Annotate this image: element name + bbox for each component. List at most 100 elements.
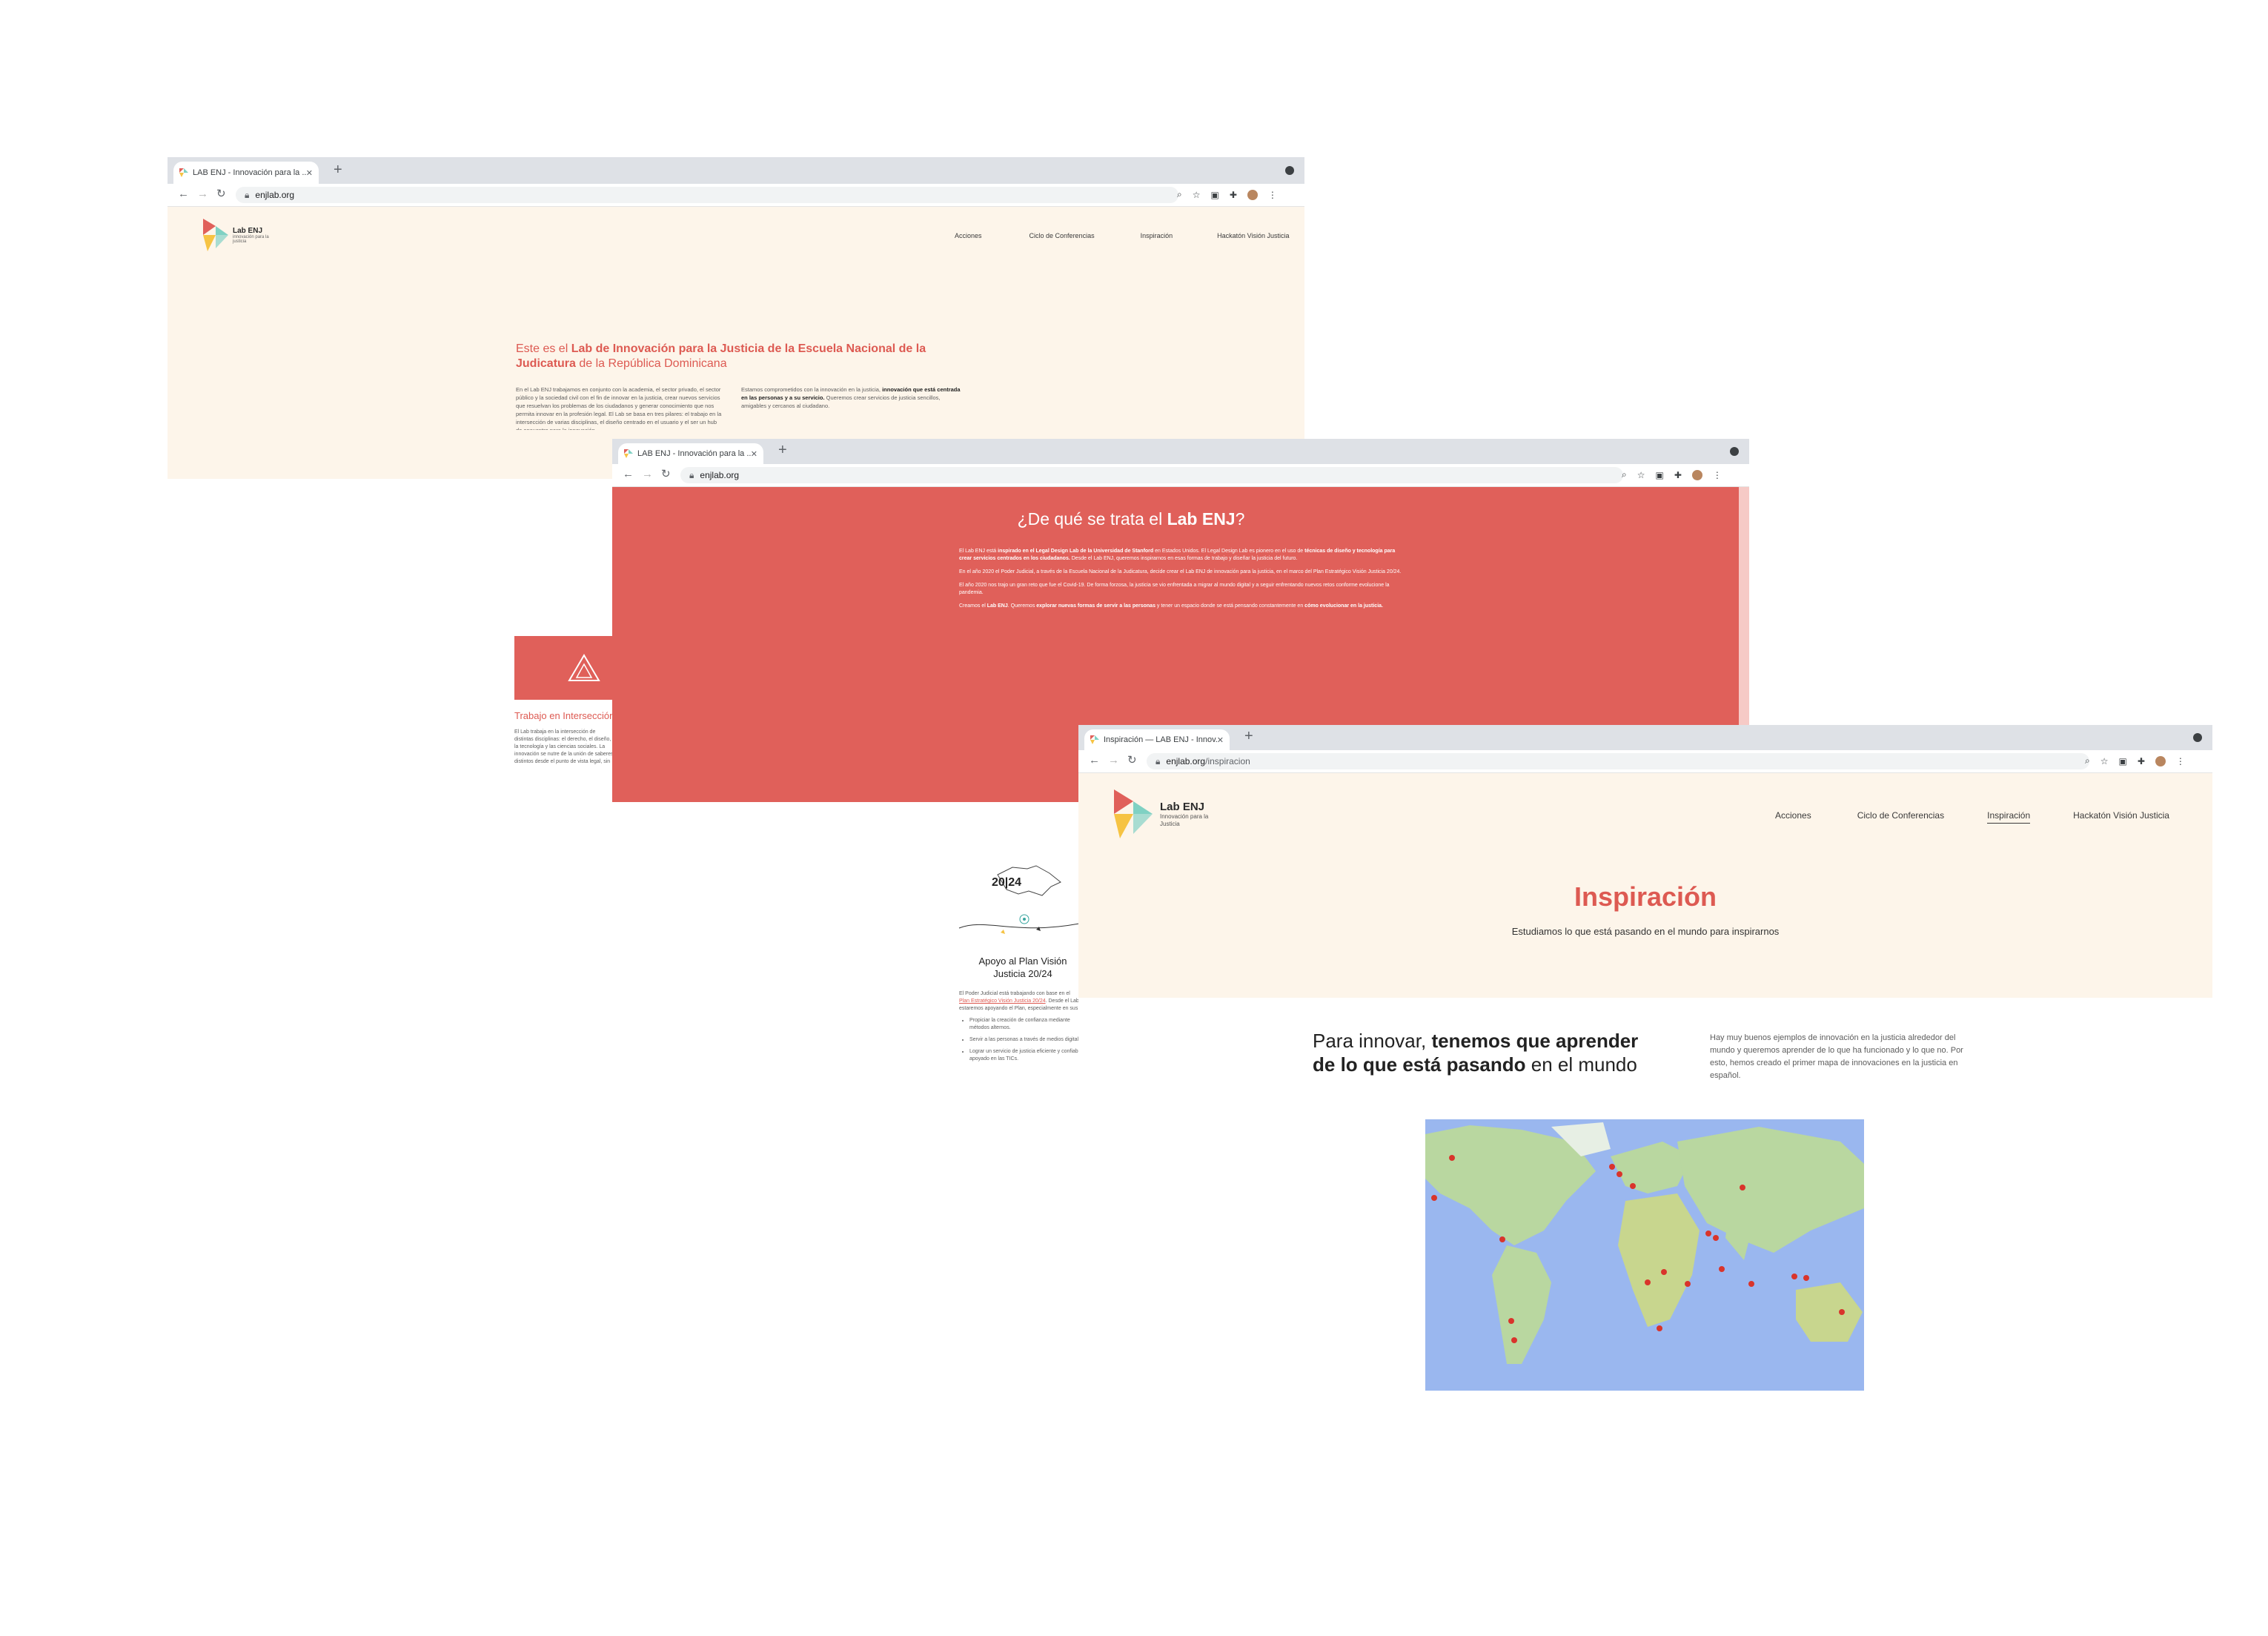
page-title: Inspiración [1574, 881, 1717, 912]
window-close-icon[interactable] [1285, 166, 1294, 175]
menu-icon[interactable]: ⋮ [2176, 756, 2185, 766]
tab-lab-enj[interactable]: LAB ENJ - Innovación para la ... ✕ [618, 443, 763, 464]
toolbar-icons: ⌕ ☆ ▣ ✚ ⋮ [2085, 755, 2185, 766]
nav-hackaton[interactable]: Hackatón Visión Justicia [2073, 810, 2169, 824]
forward-icon[interactable]: → [197, 188, 208, 200]
window-close-icon[interactable] [2193, 733, 2202, 742]
vision-list: Propiciar la creación de confianza media… [959, 1017, 1088, 1063]
nav-acciones[interactable]: Acciones [955, 232, 982, 239]
profile-icon[interactable] [2155, 755, 2166, 766]
toolbar-icons: ⌕ ☆ ▣ ✚ ⋮ [1177, 189, 1277, 200]
inspiracion-hero: Lab ENJ Innovación para la Justicia Acci… [1078, 773, 2212, 998]
nav-hackaton[interactable]: Hackatón Visión Justicia [1217, 232, 1289, 239]
profile-icon[interactable] [1691, 469, 1702, 480]
about-p4-f: cómo evolucionar en la justicia. [1304, 603, 1383, 609]
address-bar[interactable]: 🔒︎ enjlab.org [236, 187, 1178, 203]
back-icon[interactable]: ← [1089, 754, 1100, 766]
forward-icon[interactable]: → [1108, 754, 1119, 766]
tab-title: LAB ENJ - Innovación para la ... [637, 449, 751, 458]
about-text: El Lab ENJ está inspirado en el Legal De… [959, 548, 1404, 610]
about-p4: Creamos el Lab ENJ. Queremos explorar nu… [959, 603, 1404, 610]
nav-ciclo[interactable]: Ciclo de Conferencias [1857, 810, 1944, 824]
tab-lab-enj[interactable]: LAB ENJ - Innovación para la ... ✕ [173, 162, 319, 184]
about-p1-c: en Estados Unidos. El Legal Design Lab e… [1153, 549, 1305, 554]
vision-badge: 20|24 [992, 876, 1022, 889]
reload-icon[interactable]: ↻ [661, 467, 671, 480]
innovation-map[interactable] [1425, 1119, 1864, 1391]
about-heading-c: ? [1235, 509, 1245, 529]
map-pins [1431, 1155, 1845, 1343]
address-bar[interactable]: 🔒︎ enjlab.org [680, 467, 1623, 483]
zoom-icon[interactable]: ⌕ [1177, 189, 1182, 200]
intro-heading: Este es el Lab de Innovación para la Jus… [516, 342, 961, 371]
nav-acciones[interactable]: Acciones [1775, 810, 1811, 824]
url-text: enjlab.org/inspiracion [1166, 756, 1250, 766]
page-subtitle: Estudiamos lo que está pasando en el mun… [1511, 926, 1780, 937]
lock-icon: 🔒︎ [245, 189, 250, 200]
logo-icon [203, 219, 228, 251]
profile-icon[interactable] [1247, 189, 1258, 200]
address-bar[interactable]: 🔒︎ enjlab.org/inspiracion [1147, 753, 2089, 769]
about-p4-c: . Queremos [1007, 603, 1037, 609]
qr-icon[interactable]: ▣ [1211, 190, 1219, 200]
close-icon[interactable]: ✕ [751, 449, 757, 459]
extensions-icon[interactable]: ✚ [1674, 470, 1682, 480]
menu-icon[interactable]: ⋮ [1713, 470, 1722, 480]
plus-icon[interactable]: + [778, 442, 787, 459]
zoom-icon[interactable]: ⌕ [1622, 469, 1627, 480]
extensions-icon[interactable]: ✚ [1230, 190, 1237, 200]
lab-enj-logo[interactable]: Lab ENJ innovación para la justicia [203, 219, 277, 251]
star-icon[interactable]: ☆ [2100, 756, 2109, 766]
vision-wave [958, 914, 1079, 934]
toolbar: ← → ↻ 🔒︎ enjlab.org ⌕ ☆ ▣ ✚ ⋮ [168, 184, 1304, 207]
tab-strip: LAB ENJ - Innovación para la ... ✕ + [612, 439, 1749, 464]
close-icon[interactable]: ✕ [306, 168, 313, 178]
vision-text-a: El Poder Judicial está trabajando con ba… [959, 991, 1070, 996]
nav-inspiracion[interactable]: Inspiración [1141, 232, 1173, 239]
lock-icon: 🔒︎ [1155, 755, 1161, 766]
logo-subtitle: innovación para la justicia [233, 234, 269, 244]
intro-col-1: En el Lab ENJ trabajamos en conjunto con… [516, 386, 722, 430]
about-heading-b: Lab ENJ [1167, 509, 1236, 529]
reload-icon[interactable]: ↻ [1127, 753, 1137, 766]
extensions-icon[interactable]: ✚ [2138, 756, 2145, 766]
nav-ciclo[interactable]: Ciclo de Conferencias [1029, 232, 1095, 239]
window-close-icon[interactable] [1730, 447, 1739, 456]
main-nav: Acciones Ciclo de Conferencias Inspiraci… [1775, 810, 2169, 824]
vision-link[interactable]: Plan Estratégico Visión Justicia 20/24 [959, 999, 1046, 1004]
about-p2: En el año 2020 el Poder Judicial, a trav… [959, 569, 1402, 574]
url-text: enjlab.org [700, 470, 740, 480]
about-p1-b: inspirado en el Legal Design Lab de la U… [998, 549, 1154, 554]
favicon-icon [179, 168, 188, 177]
forward-icon[interactable]: → [642, 468, 653, 480]
nav-inspiracion-active[interactable]: Inspiración [1987, 810, 2031, 824]
vision-title: Apoyo al Plan Visión Justicia 20/24 [978, 956, 1067, 979]
toolbar-icons: ⌕ ☆ ▣ ✚ ⋮ [1622, 469, 1722, 480]
zoom-icon[interactable]: ⌕ [2085, 755, 2090, 766]
tab-inspiracion[interactable]: Inspiración — LAB ENJ - Innov... ✕ [1084, 729, 1230, 750]
browser-window-inspiracion: Inspiración — LAB ENJ - Innov... ✕ + ← →… [1078, 725, 2212, 1395]
back-icon[interactable]: ← [178, 188, 189, 200]
about-p1-a: El Lab ENJ está [959, 549, 998, 554]
tab-title: LAB ENJ - Innovación para la ... [193, 168, 306, 177]
about-p4-e: y tener un espacio donde se está pensand… [1155, 603, 1305, 609]
intro-col-2-a: Estamos comprometidos con la innovación … [741, 386, 883, 393]
intro-heading-a: Este es el [516, 342, 571, 355]
tab-strip: Inspiración — LAB ENJ - Innov... ✕ + [1078, 725, 2212, 750]
star-icon[interactable]: ☆ [1637, 470, 1645, 480]
url-path: /inspiracion [1205, 756, 1250, 766]
qr-icon[interactable]: ▣ [2119, 756, 2127, 766]
star-icon[interactable]: ☆ [1193, 190, 1201, 200]
close-icon[interactable]: ✕ [1217, 735, 1224, 745]
qr-icon[interactable]: ▣ [1656, 470, 1664, 480]
plus-icon[interactable]: + [334, 162, 342, 179]
browser-window-home: LAB ENJ - Innovación para la ... ✕ + ← →… [168, 157, 1304, 479]
favicon-icon [624, 449, 633, 458]
back-icon[interactable]: ← [623, 468, 634, 480]
lab-enj-logo[interactable]: Lab ENJ Innovación para la Justicia [1114, 789, 1212, 838]
vision-list-item: Lograr un servicio de justicia eficiente… [969, 1048, 1088, 1063]
plus-icon[interactable]: + [1244, 728, 1253, 745]
logo-title: Lab ENJ [1160, 800, 1205, 813]
menu-icon[interactable]: ⋮ [1268, 190, 1277, 200]
reload-icon[interactable]: ↻ [216, 187, 226, 200]
